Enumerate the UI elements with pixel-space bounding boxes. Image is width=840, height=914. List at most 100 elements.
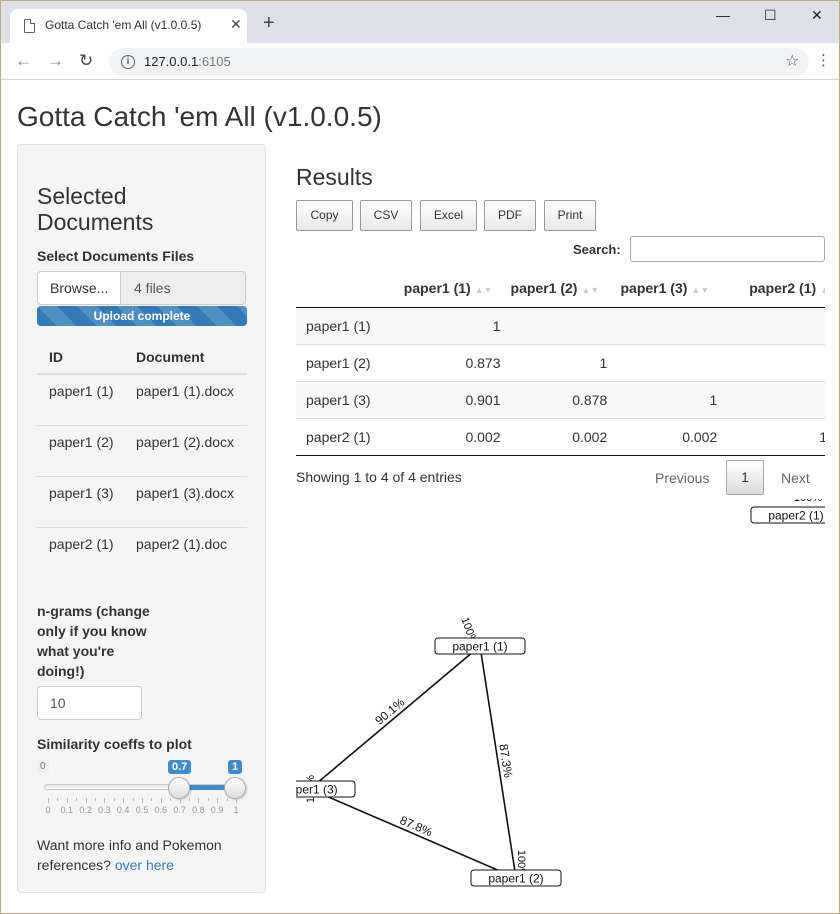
slider-tick	[236, 798, 237, 803]
address-bar: ← → ↻ i 127.0.0.1:6105 ☆ ⋮	[1, 43, 839, 80]
node-label: paper1 (3)	[296, 783, 338, 797]
maximize-icon[interactable]: ☐	[764, 7, 777, 24]
table-row: paper1 (2) paper1 (2).docx	[37, 424, 247, 476]
slider-tick-label: 0.9	[210, 805, 224, 815]
previous-button[interactable]: Previous	[655, 470, 709, 486]
doc-id: paper1 (2)	[37, 424, 124, 476]
slider-tick-label: 0.5	[135, 805, 149, 815]
slider-tick	[207, 798, 209, 801]
slider-from-handle[interactable]	[168, 777, 190, 799]
doc-id: paper2 (1)	[37, 526, 124, 578]
forward-icon[interactable]: →	[47, 52, 64, 69]
slider-tick	[95, 798, 96, 801]
table-cell	[727, 380, 825, 418]
page-1-button[interactable]: 1	[726, 460, 764, 495]
slider-tick-label: 0	[45, 805, 51, 815]
slider-tick	[123, 798, 125, 803]
table-row: paper1 (3) 0.901 0.878 1	[296, 380, 825, 418]
table-cell: 0.873	[403, 343, 511, 381]
column-header-id: ID	[37, 341, 124, 375]
table-row: paper2 (1) paper2 (1).doc	[37, 526, 247, 578]
network-canvas[interactable]: 90.1%87.3%87.8%100%paper1 (1)100%paper1 …	[296, 499, 825, 899]
pdf-button[interactable]: PDF	[484, 200, 536, 231]
row-label: paper1 (1)	[296, 306, 404, 344]
similarity-range-slider[interactable]: 0 0.7 1 0 0.1 0.2 0.3 0.4 0.5 0.6 0.7 0.8 0.9 1	[37, 760, 247, 820]
table-cell: 0.878	[510, 380, 618, 418]
close-tab-icon[interactable]: ✕	[230, 16, 242, 33]
slider-tick	[132, 798, 134, 801]
table-cell	[727, 306, 825, 344]
slider-to-handle[interactable]	[224, 777, 246, 799]
table-row: paper1 (2) 0.873 1	[296, 343, 825, 381]
slider-tick-label: 1	[233, 805, 239, 815]
slider-tick	[226, 798, 228, 801]
sidebar-panel: Selected Documents Select Documents File…	[17, 144, 266, 893]
table-cell	[510, 306, 618, 344]
excel-button[interactable]: Excel	[420, 200, 477, 231]
ngrams-input[interactable]: 10	[37, 686, 142, 720]
column-header[interactable]: paper1 (2) ▲▼	[510, 269, 618, 308]
browse-button[interactable]: Browse...	[37, 271, 121, 305]
selected-documents-heading: Selected Documents	[37, 183, 154, 235]
slider-tick	[104, 798, 106, 803]
table-cell: 1	[617, 380, 728, 418]
table-cell: 0.002	[510, 417, 618, 456]
table-info: Showing 1 to 4 of 4 entries	[296, 469, 462, 485]
tab-title: Gotta Catch 'em All (v1.0.0.5)	[45, 18, 202, 32]
search-input[interactable]	[630, 236, 825, 262]
network-edge	[309, 788, 517, 879]
slider-tick	[113, 798, 115, 801]
minimize-icon[interactable]: —	[716, 7, 730, 23]
over-here-link[interactable]: over here	[115, 857, 174, 873]
table-cell	[617, 343, 728, 381]
similarity-network[interactable]: 90.1% 87.3% 87.8% 100% paper1 (1) 100% paper1 …	[296, 499, 825, 899]
menu-icon[interactable]: ⋮	[816, 53, 831, 68]
browser-tab[interactable]: Gotta Catch 'em All (v1.0.0.5) ✕	[10, 9, 247, 43]
doc-name: paper2 (1).doc	[124, 526, 247, 578]
table-cell: 0.002	[617, 417, 728, 456]
omnibox[interactable]: i 127.0.0.1:6105 ☆	[109, 48, 809, 76]
upload-progress-bar: Upload complete	[37, 306, 247, 326]
slider-tick	[170, 798, 172, 801]
next-button[interactable]: Next	[781, 470, 810, 486]
bookmark-star-icon[interactable]: ☆	[785, 51, 799, 71]
table-cell: 1	[727, 417, 825, 456]
slider-tick	[151, 798, 153, 801]
new-tab-icon[interactable]: +	[263, 13, 275, 33]
corner-header	[296, 269, 404, 308]
ngrams-label: n-grams (change only if you know what yo…	[37, 603, 150, 679]
table-row: paper1 (3) paper1 (3).docx	[37, 475, 247, 527]
row-label: paper1 (3)	[296, 380, 404, 418]
node-label: paper1 (2)	[488, 872, 543, 886]
search-label: Search:	[573, 242, 621, 257]
copy-button[interactable]: Copy	[296, 200, 353, 231]
column-header[interactable]: paper1 (3) ▲▼	[617, 269, 728, 308]
column-header-document: Document	[124, 341, 247, 375]
slider-tick	[66, 798, 68, 803]
slider-tick	[179, 798, 181, 803]
info-icon[interactable]: i	[121, 55, 135, 69]
back-icon[interactable]: ←	[15, 52, 32, 69]
doc-id: paper1 (3)	[37, 475, 124, 527]
slider-min-label: 0	[37, 760, 49, 773]
file-count-field: 4 files	[120, 271, 246, 305]
column-header[interactable]: paper1 (1) ▲▼	[403, 269, 511, 308]
results-table: paper1 (1) ▲▼ paper1 (2) ▲▼ paper1 (3) ▲▼ p…	[296, 269, 825, 459]
url-text: 127.0.0.1:6105	[144, 54, 231, 69]
reload-icon[interactable]: ↻	[79, 52, 93, 69]
files-label: Select Documents Files	[37, 248, 195, 264]
print-button[interactable]: Print	[544, 200, 596, 231]
slider-tick	[189, 798, 190, 801]
browser-tab-bar: Gotta Catch 'em All (v1.0.0.5) ✕ + — ☐ ✕	[1, 1, 839, 43]
sort-icon: ▲▼	[820, 284, 825, 295]
column-header[interactable]: paper2 (1)▲▼	[727, 269, 825, 308]
slider-tick	[48, 798, 49, 803]
close-window-icon[interactable]: ✕	[811, 7, 823, 24]
slider-tick	[85, 798, 87, 803]
app-title: Gotta Catch 'em All (v1.0.0.5)	[17, 101, 382, 132]
table-row: paper2 (1) 0.002 0.002 0.002 1	[296, 417, 825, 456]
table-cell: 1	[403, 306, 511, 344]
sort-icon: ▲▼	[581, 284, 600, 295]
csv-button[interactable]: CSV	[360, 200, 412, 231]
doc-name: paper1 (1).docx	[124, 373, 247, 425]
